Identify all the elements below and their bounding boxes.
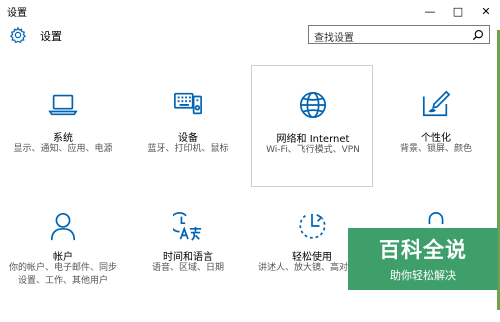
page-title: 设置 [40, 30, 62, 43]
tile-system[interactable]: 系统 显示、通知、应用、电源 [2, 65, 124, 187]
tile-personalization-name: 个性化 [421, 133, 451, 144]
tile-network-name: 网络和 Internet [276, 134, 350, 145]
gear-icon [9, 26, 27, 44]
close-button[interactable]: ✕ [472, 0, 500, 22]
minimize-button[interactable]: — [416, 0, 444, 22]
watermark-title: 百科全说 [379, 238, 467, 262]
window-title: 设置 [7, 8, 27, 19]
search-placeholder: 查找设置 [314, 33, 354, 44]
tile-devices-desc: 蓝牙、打印机、鼠标 [147, 144, 229, 154]
time-language-icon [173, 212, 202, 241]
tile-network[interactable]: 网络和 Internet Wi-Fi、飞行模式、VPN [251, 65, 373, 187]
tile-personalization[interactable]: 个性化 背景、锁屏、颜色 [375, 65, 497, 187]
tile-devices-name: 设备 [178, 133, 198, 144]
tile-accounts-desc: 你的帐户、电子邮件、同步设置、工作、其他用户 [8, 263, 117, 286]
maximize-button[interactable]: □ [444, 0, 472, 22]
ease-of-access-icon [299, 213, 326, 239]
tile-system-name: 系统 [53, 133, 73, 144]
globe-icon [299, 91, 327, 119]
person-icon [50, 212, 76, 241]
title-bar: 设置 — □ ✕ [0, 0, 500, 22]
tile-accounts-name: 帐户 [53, 252, 73, 263]
laptop-icon [48, 94, 78, 116]
keyboard-device-icon [174, 92, 202, 115]
tile-time-language-desc: 语音、区域、日期 [151, 263, 224, 273]
tile-network-desc: Wi-Fi、飞行模式、VPN [266, 145, 360, 155]
tile-devices[interactable]: 设备 蓝牙、打印机、鼠标 [127, 65, 249, 187]
watermark-badge: 百科全说 助你轻松解决 [348, 228, 498, 290]
tile-system-desc: 显示、通知、应用、电源 [13, 144, 113, 154]
search-input[interactable]: 查找设置 [308, 25, 490, 44]
search-icon[interactable] [472, 29, 484, 41]
settings-header: 设置 查找设置 [0, 22, 500, 52]
tile-time-language-name: 时间和语言 [163, 252, 213, 263]
tile-personalization-desc: 背景、锁屏、颜色 [399, 144, 472, 154]
tile-accounts[interactable]: 帐户 你的帐户、电子邮件、同步设置、工作、其他用户 [2, 200, 124, 322]
paint-icon [422, 90, 451, 117]
watermark-subtitle: 助你轻松解决 [390, 269, 456, 282]
tile-time-language[interactable]: 时间和语言 语音、区域、日期 [127, 200, 249, 322]
